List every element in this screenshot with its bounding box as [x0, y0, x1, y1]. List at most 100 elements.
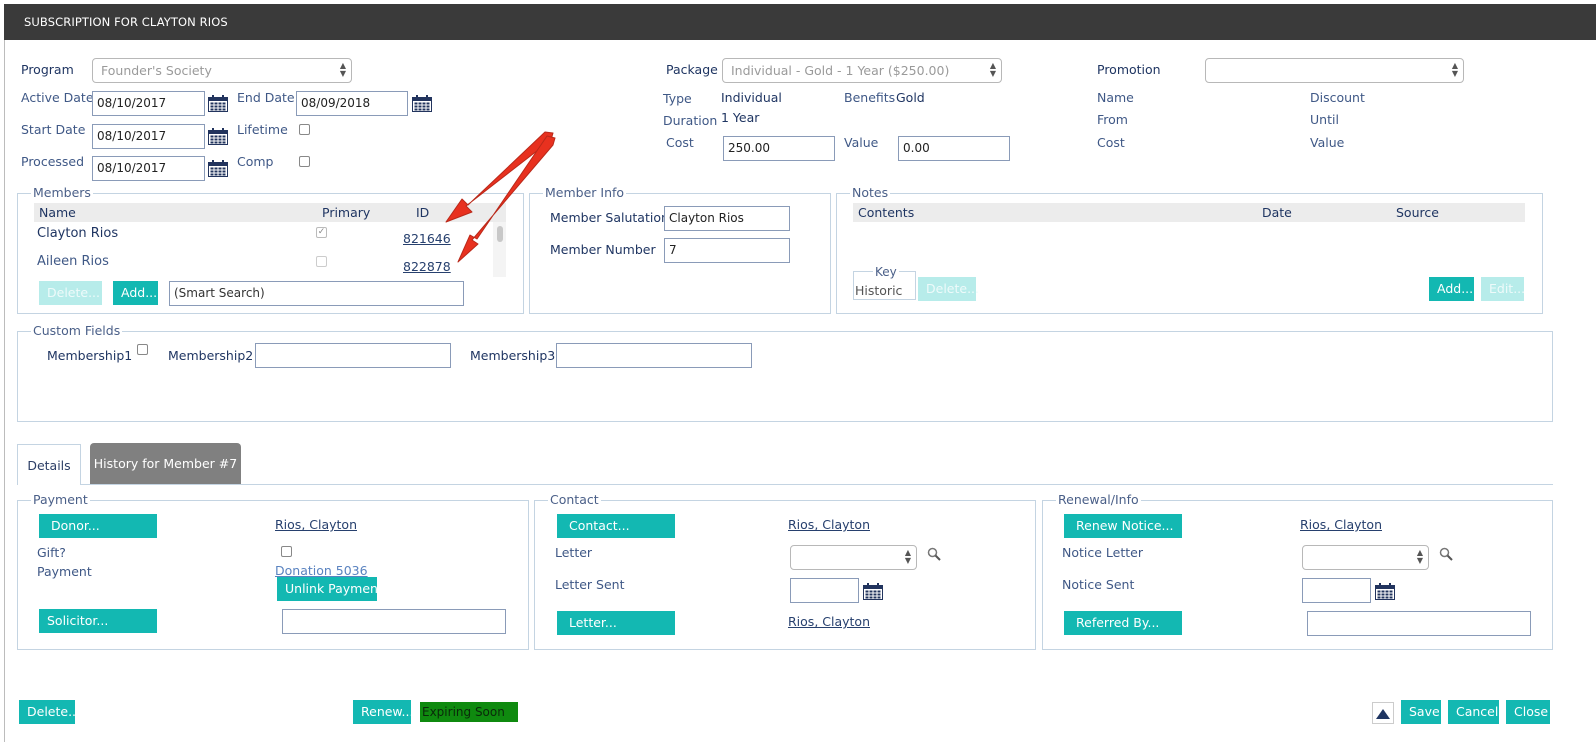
smart-search-input[interactable]: (Smart Search) — [169, 281, 464, 306]
letter-sent-label: Letter Sent — [555, 577, 625, 592]
contact-legend: Contact — [548, 492, 601, 507]
gift-checkbox[interactable] — [281, 546, 292, 557]
calendar-icon[interactable] — [208, 128, 228, 145]
renewal-legend: Renewal/Info — [1056, 492, 1141, 507]
membership2-label: Membership2 — [168, 348, 254, 363]
membership2-input[interactable] — [255, 343, 451, 368]
lifetime-checkbox[interactable] — [299, 124, 310, 135]
letter-sent-input[interactable] — [790, 578, 859, 603]
membership1-label: Membership1 — [47, 348, 133, 363]
calendar-icon[interactable] — [208, 95, 228, 112]
solicitor-input[interactable] — [282, 609, 506, 634]
select-arrows-icon: ▲ ▼ — [1416, 548, 1423, 565]
value-label: Value — [844, 135, 879, 150]
donor-button[interactable]: Donor... — [39, 514, 157, 538]
member-id-link[interactable]: 821646 — [403, 231, 451, 246]
notes-legend: Notes — [850, 185, 891, 200]
donor-link[interactable]: Rios, Clayton — [275, 517, 357, 532]
end-date-input[interactable]: 08/09/2018 — [296, 91, 408, 116]
comp-label: Comp — [237, 154, 274, 169]
notes-delete-button[interactable]: Delete... — [918, 277, 979, 301]
custom-fields-panel — [17, 331, 1553, 422]
custom-fields-legend: Custom Fields — [31, 323, 123, 338]
letter-button[interactable]: Letter... — [557, 611, 675, 635]
value-input[interactable]: 0.00 — [898, 136, 1010, 161]
membership3-input[interactable] — [556, 343, 752, 368]
payment-link[interactable]: Donation 5036 — [275, 563, 368, 578]
duration-label: Duration — [663, 113, 718, 128]
calendar-icon[interactable] — [208, 160, 228, 177]
member-salutation-label: Member Salutation — [550, 210, 669, 225]
renewal-link[interactable]: Rios, Clayton — [1300, 517, 1382, 532]
payment-label: Payment — [37, 564, 92, 579]
type-label: Type — [663, 91, 692, 106]
footer-renew-button[interactable]: Renew... — [353, 700, 413, 724]
save-button[interactable]: Save — [1401, 700, 1441, 724]
calendar-icon[interactable] — [863, 583, 883, 600]
tab-details[interactable]: Details — [17, 444, 81, 485]
members-delete-button[interactable]: Delete... — [39, 281, 102, 305]
member-primary-checkbox[interactable] — [316, 256, 327, 267]
comp-checkbox[interactable] — [299, 156, 310, 167]
referred-by-button[interactable]: Referred By... — [1064, 611, 1182, 635]
tab-history[interactable]: History for Member #7 — [90, 443, 241, 484]
select-arrows-icon: ▲ ▼ — [1451, 61, 1458, 78]
start-date-label: Start Date — [21, 122, 86, 137]
select-arrows-icon: ▲ ▼ — [989, 61, 996, 78]
close-button[interactable]: Close — [1506, 700, 1550, 724]
triangle-up-icon — [1376, 709, 1390, 719]
promo-cost-label: Cost — [1097, 135, 1125, 150]
member-name[interactable]: Clayton Rios — [37, 226, 118, 241]
members-col-id: ID — [416, 205, 430, 220]
cost-label: Cost — [666, 135, 694, 150]
footer-delete-button[interactable]: Delete... — [19, 700, 80, 724]
start-date-input[interactable]: 08/10/2017 — [92, 124, 205, 149]
solicitor-button[interactable]: Solicitor... — [39, 609, 157, 633]
notes-add-button[interactable]: Add... — [1429, 277, 1474, 301]
cost-input[interactable]: 250.00 — [723, 136, 835, 161]
package-select[interactable]: Individual - Gold - 1 Year ($250.00) ▲ ▼ — [722, 58, 1002, 83]
select-arrows-icon: ▲ ▼ — [339, 61, 346, 78]
members-scrollbar[interactable] — [493, 222, 506, 277]
program-label: Program — [21, 62, 74, 77]
contact-link[interactable]: Rios, Clayton — [788, 517, 870, 532]
contact-button[interactable]: Contact... — [557, 514, 675, 538]
package-label: Package — [666, 62, 718, 77]
calendar-icon[interactable] — [1375, 583, 1395, 600]
member-id-link[interactable]: 822878 — [403, 259, 451, 274]
scroll-top-button[interactable] — [1372, 702, 1394, 724]
notes-edit-button[interactable]: Edit... — [1481, 277, 1525, 301]
membership1-checkbox[interactable] — [137, 344, 148, 355]
scrollbar-thumb[interactable] — [496, 226, 503, 242]
renew-notice-button[interactable]: Renew Notice... — [1064, 514, 1182, 538]
processed-date-input[interactable]: 08/10/2017 — [92, 156, 205, 181]
unlink-payment-button[interactable]: Unlink Payment — [277, 577, 383, 601]
notes-col-contents: Contents — [858, 205, 915, 220]
member-name[interactable]: Aileen Rios — [37, 254, 109, 269]
notes-col-date: Date — [1262, 205, 1292, 220]
promo-discount-label: Discount — [1310, 90, 1365, 105]
member-salutation-input[interactable]: Clayton Rios — [664, 206, 790, 231]
search-icon[interactable] — [927, 547, 941, 561]
lifetime-label: Lifetime — [237, 122, 288, 137]
promotion-select[interactable]: ▲ ▼ — [1205, 58, 1464, 83]
member-number-input[interactable]: 7 — [664, 238, 790, 263]
members-header — [34, 203, 506, 222]
processed-label: Processed — [21, 154, 85, 169]
program-select-value: Founder's Society — [101, 63, 212, 78]
letter-select[interactable]: ▲ ▼ — [790, 545, 917, 570]
calendar-icon[interactable] — [412, 95, 432, 112]
program-select[interactable]: Founder's Society ▲ ▼ — [92, 58, 352, 83]
members-col-name: Name — [39, 205, 76, 220]
notice-sent-input[interactable] — [1302, 578, 1371, 603]
gift-label: Gift? — [37, 545, 66, 560]
cancel-button[interactable]: Cancel — [1448, 700, 1499, 724]
active-date-input[interactable]: 08/10/2017 — [92, 91, 205, 116]
promo-value-label: Value — [1310, 135, 1345, 150]
notice-letter-select[interactable]: ▲ ▼ — [1302, 545, 1429, 570]
members-add-button[interactable]: Add... — [113, 281, 158, 305]
promo-from-label: From — [1097, 112, 1128, 127]
search-icon[interactable] — [1439, 547, 1453, 561]
referred-by-input[interactable] — [1307, 611, 1531, 636]
letter-link[interactable]: Rios, Clayton — [788, 614, 870, 629]
